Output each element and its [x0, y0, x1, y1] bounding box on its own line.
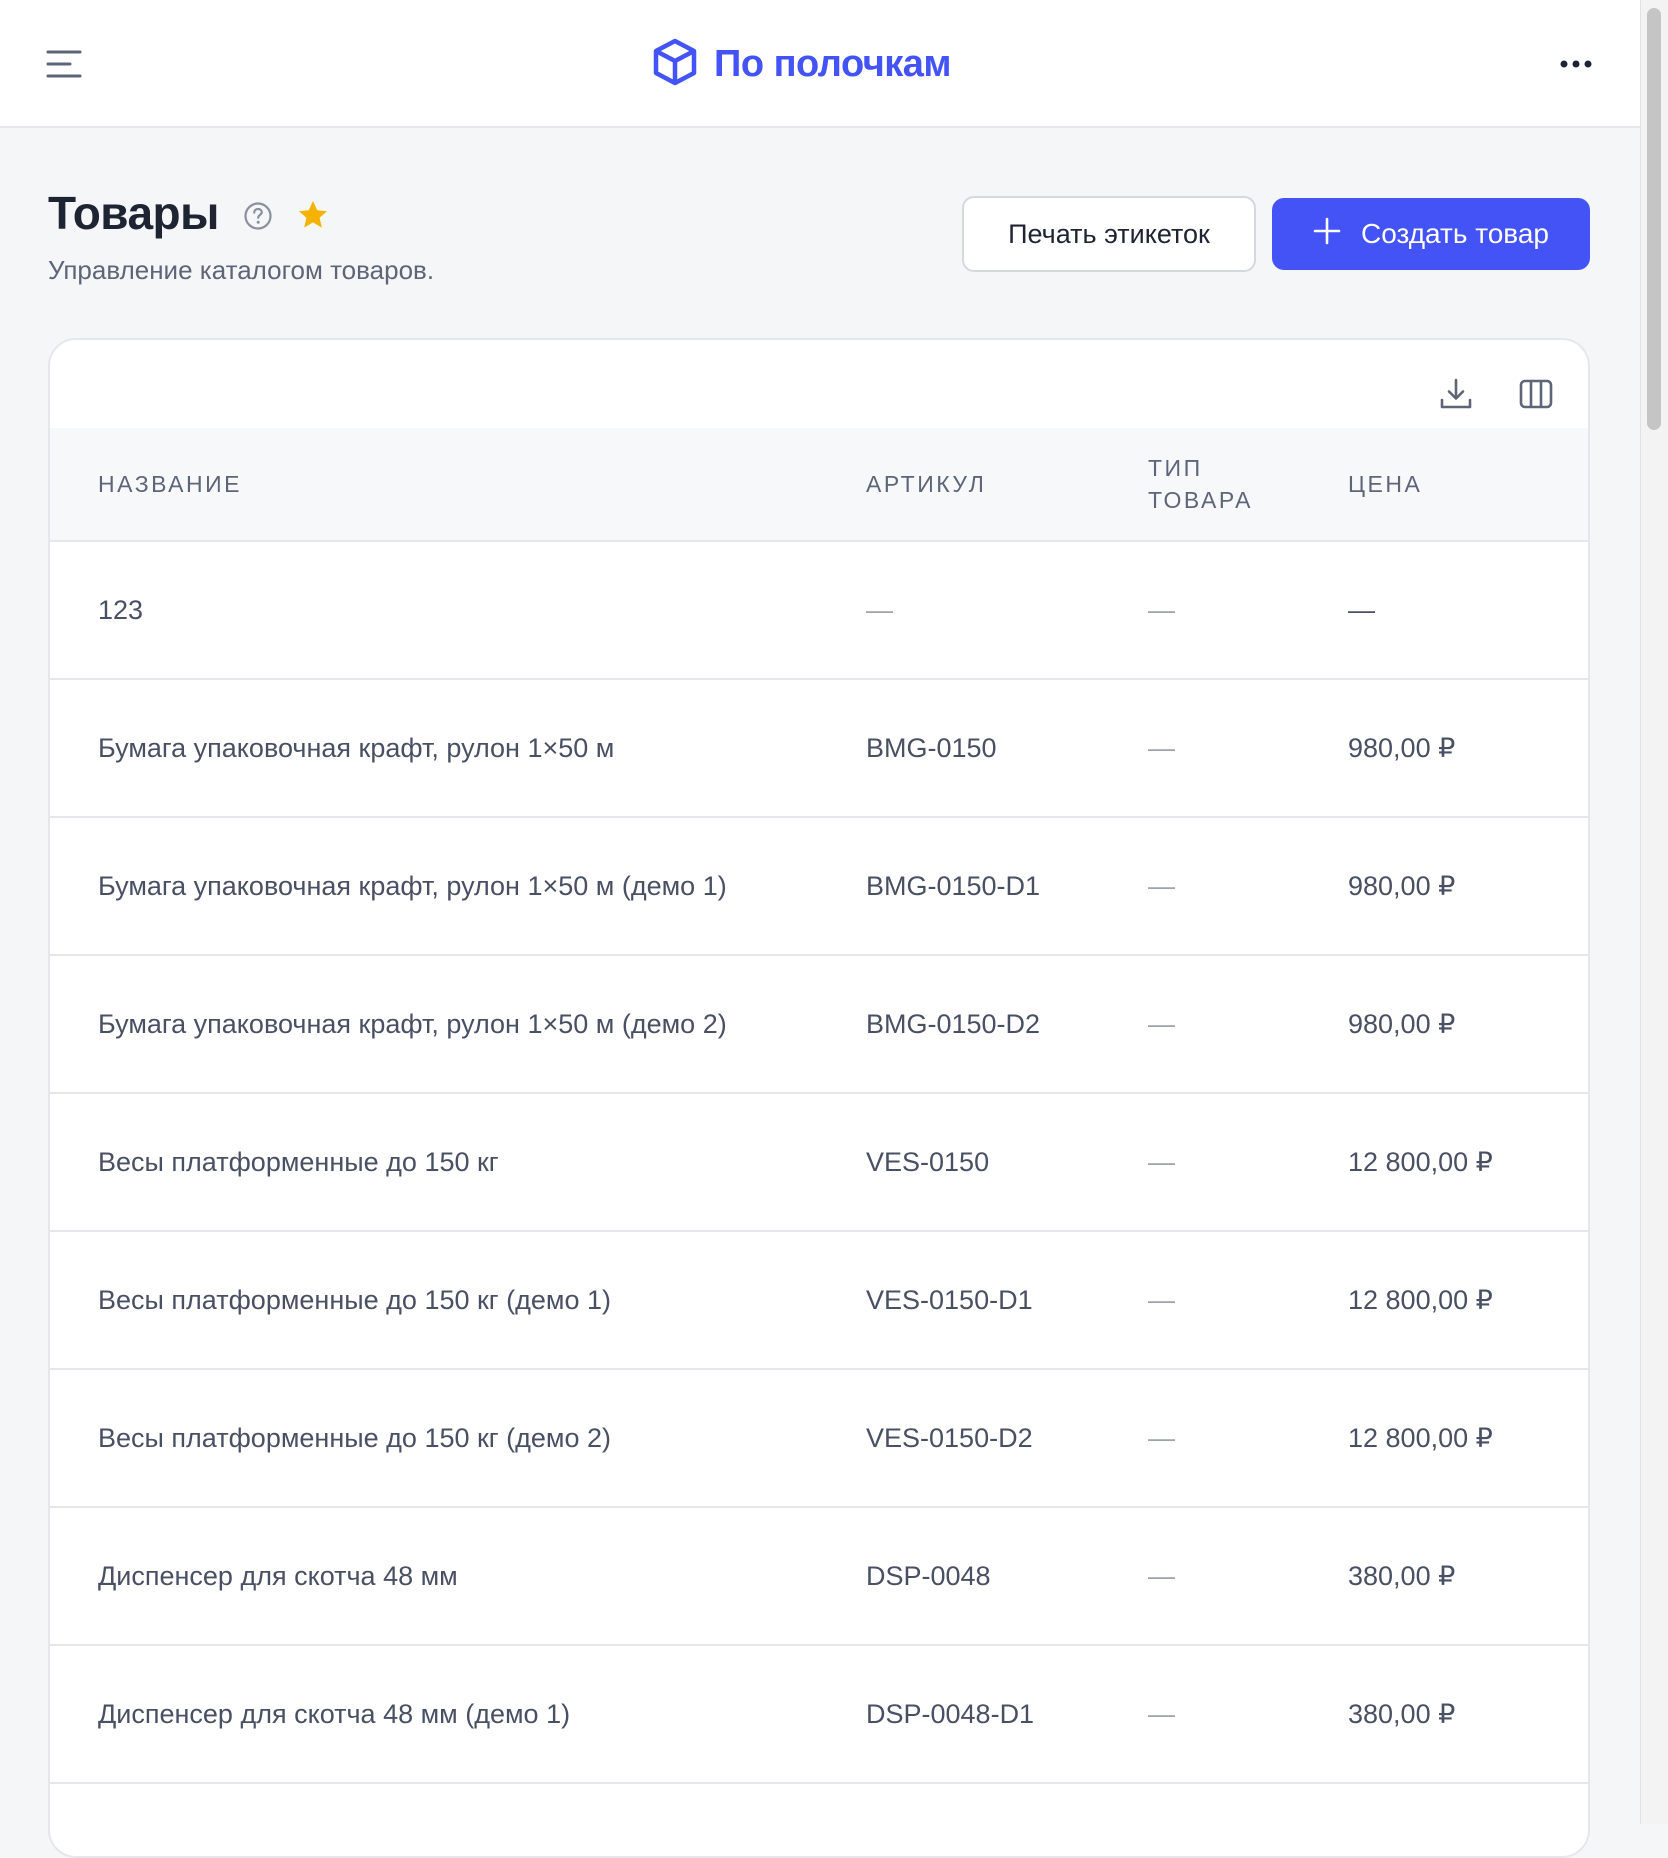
table-row[interactable]: Бумага упаковочная крафт, рулон 1×50 м (… — [50, 818, 1588, 956]
page-title: Товары — [48, 187, 219, 239]
menu-icon[interactable] — [44, 44, 84, 84]
cell-name: 123 — [98, 594, 144, 625]
column-header-type-line2: ТОВАРА — [1148, 487, 1253, 513]
cell-price: 380,00 ₽ — [1348, 1698, 1456, 1729]
cell-name: Бумага упаковочная крафт, рулон 1×50 м (… — [98, 1008, 727, 1039]
scrollbar-thumb[interactable] — [1647, 8, 1661, 430]
cell-name: Весы платформенные до 150 кг (демо 1) — [98, 1284, 611, 1315]
top-bar: По полочкам — [0, 0, 1640, 128]
cell-name: Диспенсер для скотча 48 мм (демо 1) — [98, 1698, 571, 1729]
cube-icon — [650, 37, 700, 92]
table-row[interactable]: Бумага упаковочная крафт, рулон 1×50 м B… — [50, 680, 1588, 818]
brand-logo[interactable]: По полочкам — [650, 36, 952, 92]
columns-icon[interactable] — [1518, 376, 1554, 412]
cell-name: Весы платформенные до 150 кг (демо 2) — [98, 1422, 611, 1453]
cell-sku: VES-0150 — [866, 1146, 990, 1177]
cell-type: — — [1148, 1560, 1175, 1591]
create-product-button[interactable]: Создать товар — [1272, 198, 1590, 270]
cell-price: 980,00 ₽ — [1348, 732, 1456, 763]
cell-type: — — [1148, 1698, 1175, 1729]
cell-name: Диспенсер для скотча 48 мм — [98, 1560, 458, 1591]
page-scrollbar[interactable] — [1640, 0, 1668, 1824]
column-header-name[interactable]: НАЗВАНИЕ — [98, 468, 242, 500]
cell-price: 980,00 ₽ — [1348, 1008, 1456, 1039]
cell-sku: DSP-0048 — [866, 1560, 991, 1591]
column-header-price[interactable]: ЦЕНА — [1348, 468, 1422, 500]
cell-type: — — [1148, 1008, 1175, 1039]
cell-sku: VES-0150-D2 — [866, 1422, 1033, 1453]
cell-type: — — [1148, 1284, 1175, 1315]
create-product-label: Создать товар — [1361, 218, 1549, 249]
more-horizontal-icon[interactable] — [1552, 44, 1600, 84]
table-row[interactable]: Весы платформенные до 150 кг VES-0150 — … — [50, 1094, 1588, 1232]
table-header: НАЗВАНИЕ АРТИКУЛ ТИП ТОВАРА ЦЕНА — [50, 428, 1588, 542]
cell-name: Бумага упаковочная крафт, рулон 1×50 м — [98, 732, 615, 763]
cell-type: — — [1148, 1146, 1175, 1177]
column-header-type[interactable]: ТИП ТОВАРА — [1148, 452, 1253, 516]
print-labels-button[interactable]: Печать этикеток — [962, 196, 1256, 272]
brand-name: По полочкам — [714, 42, 952, 85]
cell-type: — — [1148, 1422, 1175, 1453]
table-row[interactable]: Бумага упаковочная крафт, рулон 1×50 м (… — [50, 956, 1588, 1094]
table-row[interactable]: Диспенсер для скотча 48 мм DSP-0048 — 38… — [50, 1508, 1588, 1646]
star-icon[interactable] — [296, 198, 330, 232]
cell-sku: DSP-0048-D1 — [866, 1698, 1035, 1729]
cell-type: — — [1148, 594, 1175, 625]
cell-price: 980,00 ₽ — [1348, 870, 1456, 901]
cell-sku: VES-0150-D1 — [866, 1284, 1033, 1315]
cell-sku: BMG-0150-D2 — [866, 1008, 1041, 1039]
table-row[interactable]: Диспенсер для скотча 48 мм (демо 1) DSP-… — [50, 1646, 1588, 1784]
cell-sku: BMG-0150-D1 — [866, 870, 1041, 901]
cell-price: 380,00 ₽ — [1348, 1560, 1456, 1591]
cell-type: — — [1148, 870, 1175, 901]
cell-sku: BMG-0150 — [866, 732, 997, 763]
table-row[interactable]: Весы платформенные до 150 кг (демо 1) VE… — [50, 1232, 1588, 1370]
cell-price: 12 800,00 ₽ — [1348, 1284, 1493, 1315]
column-header-sku[interactable]: АРТИКУЛ — [866, 468, 986, 500]
column-header-type-line1: ТИП — [1148, 455, 1203, 481]
cell-name: Бумага упаковочная крафт, рулон 1×50 м (… — [98, 870, 727, 901]
products-table-card: НАЗВАНИЕ АРТИКУЛ ТИП ТОВАРА ЦЕНА 123 — —… — [48, 338, 1590, 1858]
cell-price: 12 800,00 ₽ — [1348, 1146, 1493, 1177]
table-row[interactable]: 123 — — — — [50, 542, 1588, 680]
table-row[interactable]: Весы платформенные до 150 кг (демо 2) VE… — [50, 1370, 1588, 1508]
cell-sku: — — [866, 594, 893, 625]
download-icon[interactable] — [1438, 376, 1474, 412]
cell-name: Весы платформенные до 150 кг — [98, 1146, 499, 1177]
plus-icon — [1313, 217, 1341, 252]
cell-price: — — [1348, 594, 1375, 625]
cell-type: — — [1148, 732, 1175, 763]
page-subtitle: Управление каталогом товаров. — [48, 255, 435, 285]
help-circle-icon[interactable] — [242, 200, 274, 232]
cell-price: 12 800,00 ₽ — [1348, 1422, 1493, 1453]
